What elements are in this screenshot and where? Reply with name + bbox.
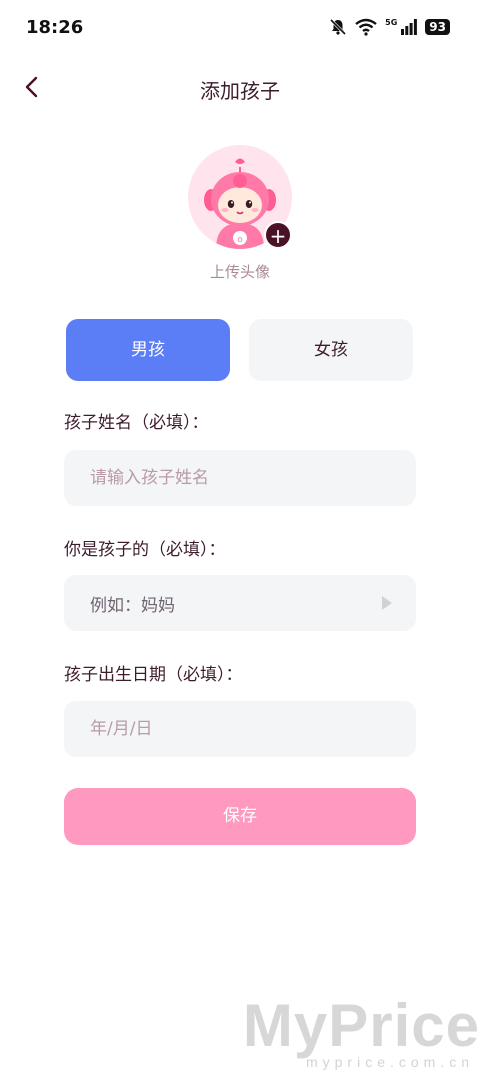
avatar-upload[interactable]: o + bbox=[188, 145, 292, 249]
status-time: 18:26 bbox=[26, 17, 84, 38]
caret-right-icon bbox=[382, 596, 392, 610]
wifi-icon bbox=[355, 18, 377, 36]
network-type-label: 5G bbox=[385, 17, 398, 27]
gender-girl-button[interactable]: 女孩 bbox=[249, 319, 413, 381]
signal-icon bbox=[401, 19, 418, 35]
battery-icon: 93 bbox=[425, 19, 450, 35]
child-name-label: 孩子姓名（必填）： bbox=[64, 413, 209, 433]
upload-avatar-label: 上传头像 bbox=[209, 263, 270, 281]
status-icons: 5G 93 bbox=[329, 18, 450, 36]
relation-select-value: 例如：妈妈 bbox=[90, 595, 175, 616]
add-photo-button[interactable]: + bbox=[264, 221, 292, 249]
gender-selector: 男孩 女孩 bbox=[66, 319, 414, 381]
gender-boy-button[interactable]: 男孩 bbox=[66, 319, 230, 381]
watermark-logo: MyPrice bbox=[242, 992, 480, 1059]
svg-text:o: o bbox=[237, 235, 243, 245]
page-title: 添加孩子 bbox=[200, 79, 280, 103]
birthday-label: 孩子出生日期（必填）： bbox=[64, 665, 243, 685]
save-button[interactable]: 保存 bbox=[64, 788, 416, 845]
birthday-input[interactable] bbox=[64, 701, 416, 757]
status-bar: 18:26 5G 93 bbox=[0, 0, 480, 56]
watermark-domain: myprice.com.cn bbox=[305, 1054, 474, 1070]
nav-bar: 添加孩子 bbox=[0, 62, 480, 112]
child-name-input[interactable] bbox=[64, 450, 416, 506]
relation-select[interactable]: 例如：妈妈 bbox=[64, 575, 416, 631]
relation-label: 你是孩子的（必填）： bbox=[64, 540, 226, 560]
bell-off-icon bbox=[330, 18, 347, 36]
